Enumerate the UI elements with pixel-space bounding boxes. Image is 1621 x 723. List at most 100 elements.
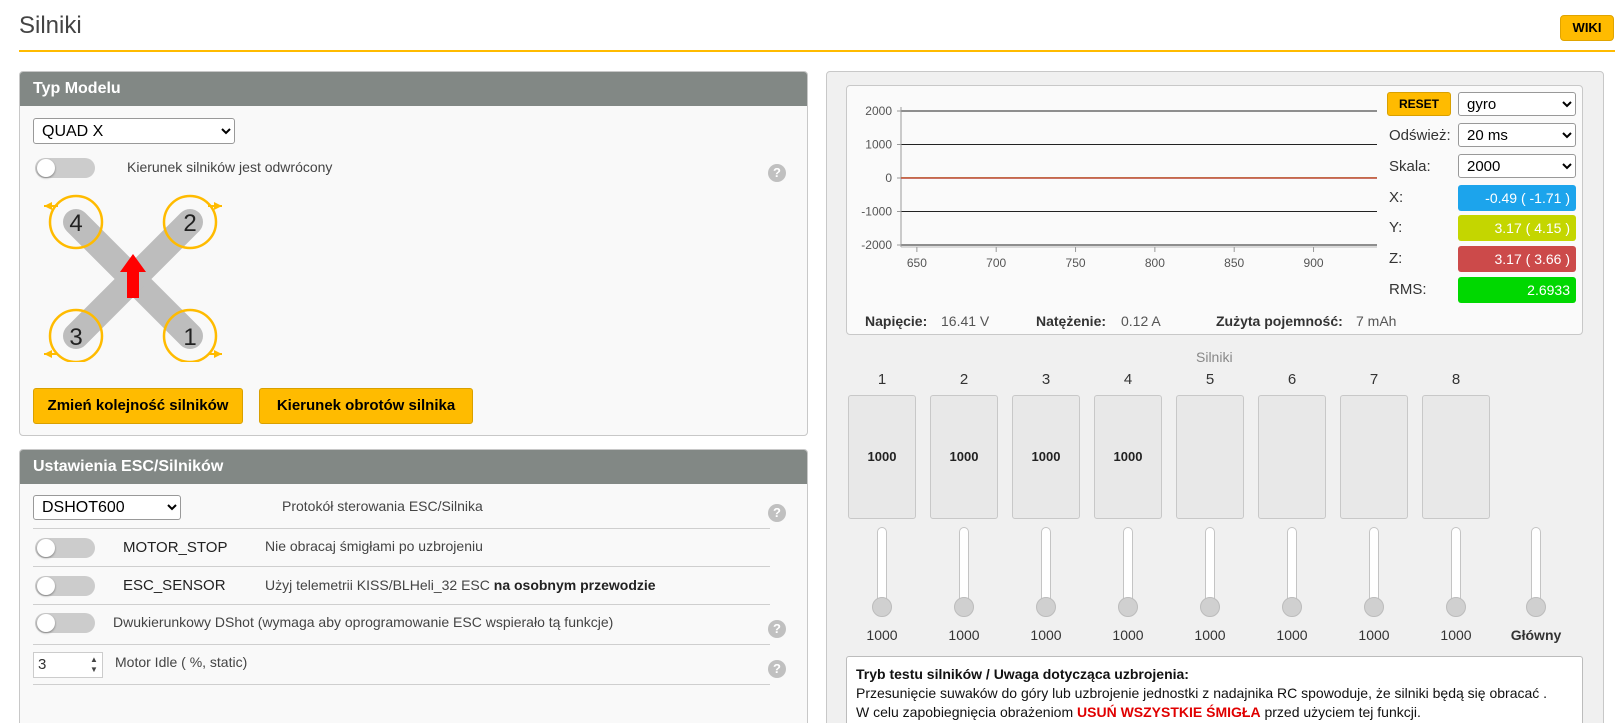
- model-type-header: Typ Modelu: [20, 72, 807, 106]
- motor-output-bar: [1340, 395, 1408, 519]
- motor-number: 5: [1205, 371, 1215, 388]
- motor-output-value: 1000: [1031, 449, 1061, 464]
- y-tick-label: -1000: [861, 205, 892, 219]
- motor-slider-knob[interactable]: [1118, 597, 1138, 617]
- motor-stop-toggle[interactable]: [35, 538, 95, 558]
- motor-output-value: 1000: [949, 449, 979, 464]
- motor-slider-value: 1000: [948, 627, 980, 643]
- esc-sensor-description: Użyj telemetrii KISS/BLHeli_32 ESC na os…: [265, 577, 656, 593]
- motor-number: 1: [877, 371, 887, 388]
- motor-number: 6: [1287, 371, 1297, 388]
- reverse-direction-toggle[interactable]: [35, 158, 95, 178]
- help-icon[interactable]: ?: [768, 164, 786, 182]
- row-divider: [33, 644, 770, 645]
- motor-slider-knob[interactable]: [954, 597, 974, 617]
- voltage-value: 16.41 V: [941, 313, 990, 329]
- reset-button[interactable]: RESET: [1387, 92, 1451, 116]
- motor-number: 3: [1041, 371, 1051, 388]
- z-axis-value: 3.17 ( 3.66 ): [1458, 246, 1576, 272]
- y-tick-label: 2000: [865, 104, 892, 118]
- esc-protocol-label: Protokół sterowania ESC/Silnika: [282, 498, 483, 514]
- motor-slider-knob[interactable]: [1364, 597, 1384, 617]
- title-divider: [19, 50, 1615, 52]
- refresh-label: Odśwież:: [1389, 127, 1451, 144]
- help-icon[interactable]: ?: [768, 504, 786, 522]
- master-slider-knob[interactable]: [1526, 597, 1546, 617]
- x-tick-label: 750: [1066, 256, 1086, 270]
- motor-slider-knob[interactable]: [872, 597, 892, 617]
- esc-sensor-toggle[interactable]: [35, 576, 95, 596]
- wiki-button[interactable]: WIKI: [1560, 15, 1614, 41]
- esc-settings-header: Ustawienia ESC/Silników: [20, 450, 807, 484]
- current-label: Natężenie:: [1036, 313, 1107, 329]
- motor-output-value: 1000: [867, 449, 897, 464]
- warning-line-1: Przesunięcie suwaków do góry lub uzbroje…: [856, 685, 1548, 701]
- scale-select[interactable]: 2000: [1458, 154, 1576, 178]
- motor-direction-button[interactable]: Kierunek obrotów silnika: [259, 388, 473, 424]
- reverse-direction-label: Kierunek silników jest odwrócony: [127, 159, 333, 175]
- motor-2-label: 2: [183, 210, 196, 237]
- quad-x-diagram: 4 2 3 1: [44, 194, 222, 362]
- motor-output-bar: [1176, 395, 1244, 519]
- motor-idle-spinner[interactable]: ▲ ▼: [88, 655, 100, 675]
- motor-number: 2: [959, 371, 969, 388]
- remove-props-warning: USUŃ WSZYSTKIE ŚMIGŁA: [1077, 704, 1261, 720]
- rms-value: 2.6933: [1458, 277, 1576, 303]
- row-divider: [33, 528, 770, 529]
- x-tick-label: 850: [1224, 256, 1244, 270]
- row-divider: [33, 604, 770, 605]
- motor-slider-knob[interactable]: [1200, 597, 1220, 617]
- motors-section-label: Silniki: [1196, 349, 1233, 365]
- bidirectional-dshot-label: Dwukierunkowy DShot (wymaga aby oprogram…: [113, 614, 614, 630]
- x-tick-label: 900: [1304, 256, 1324, 270]
- esc-sensor-description-bold: na osobnym przewodzie: [493, 577, 656, 593]
- motor-idle-label: Motor Idle ( %, static): [115, 654, 248, 670]
- motor-slider-value: 1000: [866, 627, 898, 643]
- motor-slider-knob[interactable]: [1036, 597, 1056, 617]
- help-icon[interactable]: ?: [768, 660, 786, 678]
- sensor-chart: 2000 1000 0 -1000 -2000 650 700 750 800 850 900: [861, 104, 1377, 270]
- x-axis-value: -0.49 ( -1.71 ): [1458, 185, 1576, 211]
- master-slider-label: Główny: [1510, 627, 1562, 643]
- motor-slider-knob[interactable]: [1446, 597, 1466, 617]
- voltage-label: Napięcie:: [865, 313, 928, 329]
- model-select[interactable]: QUAD X: [33, 118, 235, 144]
- motor-1-label: 1: [183, 324, 196, 351]
- esc-sensor-name: ESC_SENSOR: [123, 577, 226, 594]
- reorder-motors-button[interactable]: Zmień kolejność silników: [33, 388, 243, 424]
- motor-stop-description: Nie obracaj śmigłami po uzbrojeniu: [265, 538, 483, 554]
- motor-slider-value: 1000: [1194, 627, 1226, 643]
- y-axis-label: Y:: [1389, 219, 1403, 236]
- motor-3-label: 3: [69, 324, 82, 351]
- motor-slider-value: 1000: [1440, 627, 1472, 643]
- motor-slider-value: 1000: [1030, 627, 1062, 643]
- row-divider: [33, 684, 770, 685]
- capacity-label: Zużyta pojemność:: [1216, 313, 1343, 329]
- motor-4-label: 4: [69, 210, 82, 237]
- help-icon[interactable]: ?: [768, 620, 786, 638]
- motor-output-bar: [1258, 395, 1326, 519]
- current-value: 0.12 A: [1121, 313, 1161, 329]
- bidirectional-dshot-toggle[interactable]: [35, 613, 95, 633]
- motor-stop-name: MOTOR_STOP: [123, 539, 228, 556]
- x-axis-label: X:: [1389, 189, 1404, 206]
- page-title: Silniki: [19, 12, 82, 39]
- motor-slider-value: 1000: [1358, 627, 1390, 643]
- y-tick-label: 0: [885, 171, 892, 185]
- y-axis-value: 3.17 ( 4.15 ): [1458, 215, 1576, 241]
- refresh-rate-select[interactable]: 20 ms: [1458, 123, 1576, 147]
- z-axis-label: Z:: [1389, 250, 1403, 267]
- motor-output-bar: [1422, 395, 1490, 519]
- y-tick-label: -2000: [861, 238, 892, 252]
- motor-slider-knob[interactable]: [1282, 597, 1302, 617]
- esc-protocol-select[interactable]: DSHOT600: [33, 495, 181, 520]
- x-tick-label: 650: [907, 256, 927, 270]
- row-divider: [33, 566, 770, 567]
- motor-number: 4: [1123, 371, 1133, 388]
- sensor-type-select[interactable]: gyro: [1458, 92, 1576, 116]
- motor-slider-value: 1000: [1276, 627, 1308, 643]
- warning-title: Tryb testu silników / Uwaga dotycząca uz…: [856, 666, 1189, 682]
- rms-label: RMS:: [1389, 281, 1427, 298]
- motor-slider-value: 1000: [1112, 627, 1144, 643]
- x-tick-label: 800: [1145, 256, 1165, 270]
